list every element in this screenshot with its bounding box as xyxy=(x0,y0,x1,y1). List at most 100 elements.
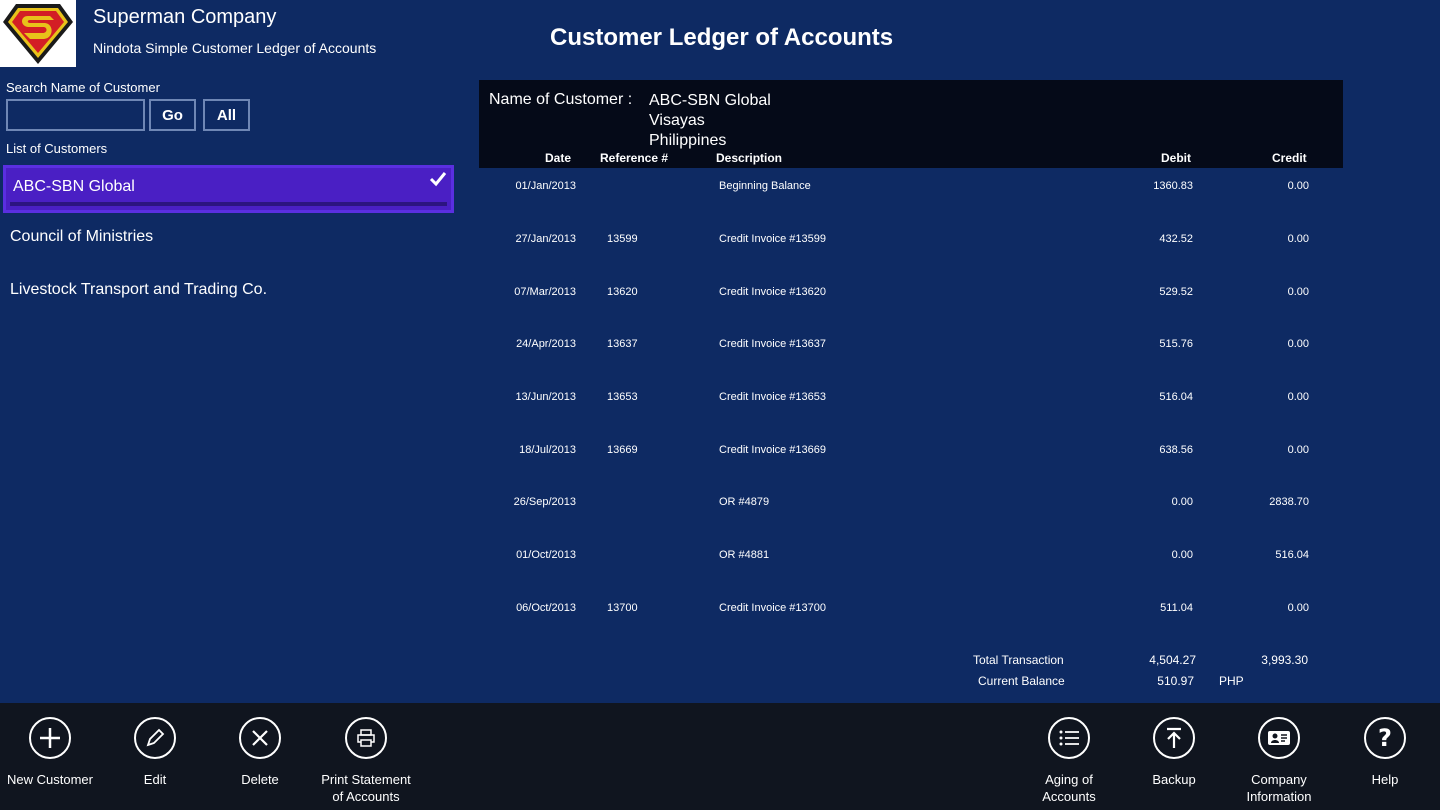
row-debit: 1360.83 xyxy=(1153,180,1193,192)
row-debit: 638.56 xyxy=(1159,444,1193,456)
table-row[interactable]: 13/Jun/2013 13653 Credit Invoice #13653 … xyxy=(479,391,1343,411)
print-statement-label: Print Statement of Accounts xyxy=(316,771,416,805)
row-reference: 13700 xyxy=(607,602,638,614)
row-description: Credit Invoice #13637 xyxy=(719,338,827,350)
customer-address-line: Visayas xyxy=(649,112,705,129)
row-credit: 0.00 xyxy=(1287,233,1309,245)
app-bar: New Customer Edit Delete Print Statement… xyxy=(0,703,1440,810)
go-button[interactable]: Go xyxy=(149,99,196,131)
currency-label: PHP xyxy=(1219,674,1244,688)
edit-label: Edit xyxy=(143,772,167,787)
column-header-reference: Reference # xyxy=(600,151,669,165)
row-reference: 13599 xyxy=(607,233,638,245)
upload-icon xyxy=(1153,717,1195,759)
question-mark-icon: ? xyxy=(1364,717,1406,759)
aging-of-accounts-label: Aging of Accounts xyxy=(1019,771,1119,805)
printer-icon xyxy=(345,717,387,759)
new-customer-label: New Customer xyxy=(7,772,93,787)
plus-icon xyxy=(29,717,71,759)
company-information-label-line: Company xyxy=(1251,772,1307,787)
row-reference: 13637 xyxy=(607,338,638,350)
company-logo xyxy=(0,0,76,67)
row-debit: 0.00 xyxy=(1171,549,1193,561)
table-row[interactable]: 26/Sep/2013 OR #4879 0.00 2838.70 xyxy=(479,496,1343,516)
list-icon xyxy=(1048,717,1090,759)
column-header-debit: Debit xyxy=(1161,151,1191,165)
edit-button[interactable]: Edit xyxy=(105,717,205,788)
table-row[interactable]: 24/Apr/2013 13637 Credit Invoice #13637 … xyxy=(479,338,1343,358)
total-transaction-label: Total Transaction xyxy=(973,653,1064,667)
row-date: 01/Oct/2013 xyxy=(516,549,576,561)
backup-label: Backup xyxy=(1152,772,1196,787)
print-statement-button[interactable]: Print Statement of Accounts xyxy=(316,717,416,805)
row-date: 01/Jan/2013 xyxy=(515,180,576,192)
row-credit: 0.00 xyxy=(1287,602,1309,614)
row-debit: 516.04 xyxy=(1159,391,1193,403)
customer-address-line: ABC-SBN Global xyxy=(649,92,771,109)
row-description: Credit Invoice #13653 xyxy=(719,391,827,403)
row-date: 06/Oct/2013 xyxy=(516,602,576,614)
help-button[interactable]: ? Help xyxy=(1335,717,1435,788)
backup-button[interactable]: Backup xyxy=(1124,717,1224,788)
customer-name: ABC-SBN Global xyxy=(13,178,135,195)
customer-address: ABC-SBN Global Visayas Philippines xyxy=(649,91,771,151)
column-header-description: Description xyxy=(716,151,783,165)
row-description: Credit Invoice #13700 xyxy=(719,602,827,614)
row-reference: 13669 xyxy=(607,444,638,456)
print-statement-label-line: Print Statement xyxy=(321,772,411,787)
table-row[interactable]: 27/Jan/2013 13599 Credit Invoice #13599 … xyxy=(479,233,1343,253)
row-date: 26/Sep/2013 xyxy=(513,496,576,508)
row-description: OR #4879 xyxy=(719,496,770,508)
row-description: OR #4881 xyxy=(719,549,770,561)
table-row[interactable]: 07/Mar/2013 13620 Credit Invoice #13620 … xyxy=(479,286,1343,306)
row-credit: 0.00 xyxy=(1287,391,1309,403)
column-header-credit: Credit xyxy=(1272,151,1307,165)
row-date: 24/Apr/2013 xyxy=(516,338,576,350)
delete-button[interactable]: Delete xyxy=(210,717,310,788)
row-reference: 13620 xyxy=(607,286,638,298)
search-input[interactable] xyxy=(6,99,145,131)
customer-list-label: List of Customers xyxy=(6,141,108,156)
total-credit: 3,993.30 xyxy=(1261,653,1308,667)
customer-item-council-of-ministries[interactable]: Council of Ministries xyxy=(3,218,454,266)
pencil-icon xyxy=(134,717,176,759)
superman-shield-icon xyxy=(3,3,73,64)
table-row[interactable]: 06/Oct/2013 13700 Credit Invoice #13700 … xyxy=(479,602,1343,622)
row-reference: 13653 xyxy=(607,391,638,403)
row-date: 18/Jul/2013 xyxy=(519,444,576,456)
customer-name: Livestock Transport and Trading Co. xyxy=(10,281,268,298)
print-statement-label-line: of Accounts xyxy=(332,789,400,804)
company-name: Superman Company xyxy=(93,6,277,28)
company-information-label: Company Information xyxy=(1229,771,1329,805)
new-customer-button[interactable]: New Customer xyxy=(0,717,100,788)
total-debit: 4,504.27 xyxy=(1149,653,1196,667)
row-description: Credit Invoice #13599 xyxy=(719,233,827,245)
aging-label-line: Aging of xyxy=(1045,772,1093,787)
check-icon xyxy=(429,172,447,187)
row-credit: 0.00 xyxy=(1287,338,1309,350)
row-debit: 511.04 xyxy=(1160,602,1193,614)
row-credit: 516.04 xyxy=(1275,549,1309,561)
app-subtitle: Nindota Simple Customer Ledger of Accoun… xyxy=(93,40,377,56)
row-debit: 515.76 xyxy=(1159,338,1193,350)
table-row[interactable]: 01/Jan/2013 Beginning Balance 1360.83 0.… xyxy=(479,180,1343,200)
row-description: Credit Invoice #13669 xyxy=(719,444,827,456)
row-credit: 0.00 xyxy=(1287,286,1309,298)
customer-item-livestock-transport[interactable]: Livestock Transport and Trading Co. xyxy=(3,271,454,319)
help-label: Help xyxy=(1371,772,1399,787)
company-information-button[interactable]: Company Information xyxy=(1229,717,1329,805)
table-row[interactable]: 18/Jul/2013 13669 Credit Invoice #13669 … xyxy=(479,444,1343,464)
current-balance-value: 510.97 xyxy=(1157,674,1194,688)
customer-name-label: Name of Customer : xyxy=(489,91,633,108)
delete-label: Delete xyxy=(241,772,279,787)
page-title: Customer Ledger of Accounts xyxy=(550,24,894,51)
row-debit: 432.52 xyxy=(1159,233,1193,245)
row-credit: 0.00 xyxy=(1287,444,1309,456)
aging-of-accounts-button[interactable]: Aging of Accounts xyxy=(1019,717,1119,805)
current-balance-label: Current Balance xyxy=(978,674,1065,688)
search-label: Search Name of Customer xyxy=(6,80,160,95)
customer-item-abc-sbn-global[interactable]: ABC-SBN Global xyxy=(3,165,454,213)
all-button[interactable]: All xyxy=(203,99,250,131)
company-information-label-line: Information xyxy=(1246,789,1312,804)
table-row[interactable]: 01/Oct/2013 OR #4881 0.00 516.04 xyxy=(479,549,1343,569)
